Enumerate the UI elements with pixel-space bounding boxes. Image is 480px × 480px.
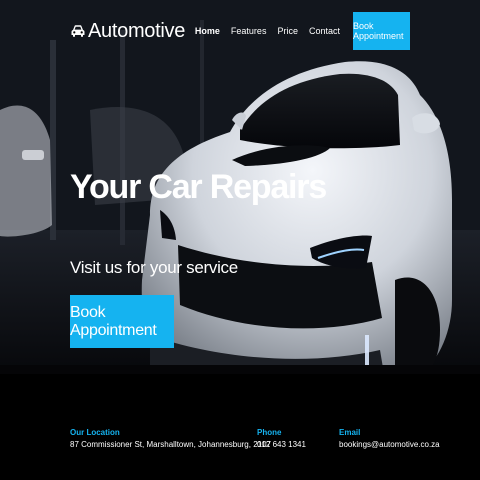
footer-email: Email bookings@automotive.co.za xyxy=(339,428,440,449)
hero-subtitle: Visit us for your service xyxy=(70,258,238,277)
brand-logo[interactable]: Automotive xyxy=(70,20,185,43)
phone-label: Phone xyxy=(257,428,282,437)
location-value: 87 Commissioner St, Marshalltown, Johann… xyxy=(70,440,271,449)
footer-phone: Phone 012 643 1341 xyxy=(257,428,306,449)
navbar: Automotive Home Features Price Contact B… xyxy=(0,0,480,62)
footer-location: Our Location 87 Commissioner St, Marshal… xyxy=(70,428,271,449)
phone-value[interactable]: 012 643 1341 xyxy=(257,440,306,449)
nav-link-home[interactable]: Home xyxy=(195,26,220,36)
location-label: Our Location xyxy=(70,428,120,437)
footer: Our Location 87 Commissioner St, Marshal… xyxy=(0,374,480,480)
hero-title: Your Car Repairs xyxy=(70,168,327,206)
email-label: Email xyxy=(339,428,361,437)
nav-link-contact[interactable]: Contact xyxy=(309,26,340,36)
car-icon xyxy=(71,25,85,37)
nav-book-appointment-button[interactable]: Book Appointment xyxy=(353,12,410,50)
brand-name: Automotive xyxy=(88,19,186,42)
nav-link-features[interactable]: Features xyxy=(231,26,267,36)
email-value[interactable]: bookings@automotive.co.za xyxy=(339,440,440,449)
nav-menu: Home Features Price Contact Book Appoint… xyxy=(195,12,410,50)
nav-link-price[interactable]: Price xyxy=(277,26,298,36)
hero-section: Automotive Home Features Price Contact B… xyxy=(0,0,480,374)
hero-book-appointment-button[interactable]: Book Appointment xyxy=(70,295,174,348)
